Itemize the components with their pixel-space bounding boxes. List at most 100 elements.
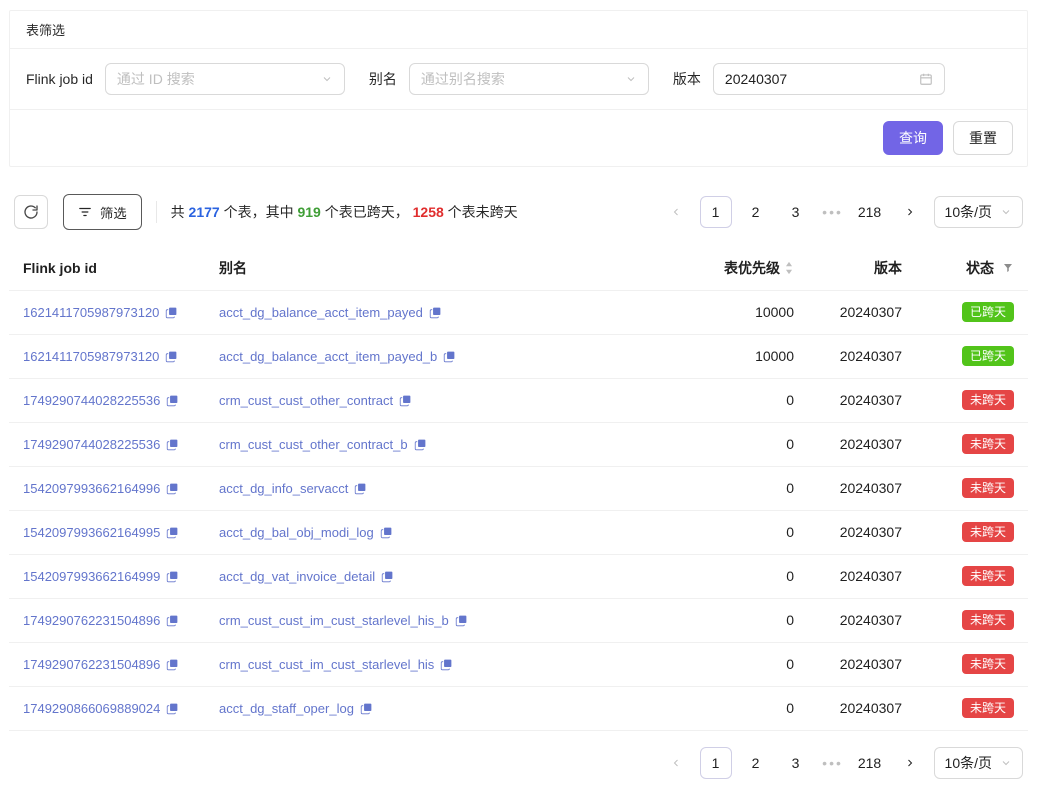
priority-value: 0 (658, 598, 808, 642)
page-size-value: 10条/页 (945, 753, 992, 773)
prev-page-button[interactable] (660, 747, 692, 779)
copy-icon[interactable] (414, 438, 427, 451)
version-value: 20240307 (725, 71, 787, 87)
copy-icon[interactable] (166, 526, 179, 539)
alias-link[interactable]: crm_cust_cust_im_cust_starlevel_his_b (219, 613, 449, 628)
copy-icon[interactable] (166, 702, 179, 715)
copy-icon[interactable] (381, 570, 394, 583)
copy-icon[interactable] (166, 438, 179, 451)
toolbar: 筛选 共 2177 个表，其中 919 个表已跨天， 1258 个表未跨天 1 … (14, 194, 1023, 230)
status-badge: 未跨天 (962, 434, 1014, 454)
query-button[interactable]: 查询 (883, 121, 943, 155)
priority-value: 0 (658, 378, 808, 422)
alias-link[interactable]: crm_cust_cust_im_cust_starlevel_his (219, 657, 434, 672)
page-ellipsis[interactable]: ••• (820, 755, 846, 771)
copy-icon[interactable] (440, 658, 453, 671)
alias-link[interactable]: acct_dg_bal_obj_modi_log (219, 525, 374, 540)
table-row: 1621411705987973120 acct_dg_balance_acct… (9, 290, 1028, 334)
summary-total-count: 2177 (189, 204, 220, 220)
funnel-filter-icon[interactable] (1002, 262, 1014, 274)
page-item-1[interactable]: 1 (700, 196, 732, 228)
alias-link[interactable]: acct_dg_balance_acct_item_payed (219, 305, 423, 320)
page-item-last[interactable]: 218 (854, 747, 886, 779)
priority-value: 0 (658, 422, 808, 466)
column-header-priority[interactable]: 表优先级 (658, 246, 808, 290)
copy-icon[interactable] (354, 482, 367, 495)
copy-icon[interactable] (380, 526, 393, 539)
alias-link[interactable]: acct_dg_vat_invoice_detail (219, 569, 375, 584)
chevron-down-icon (1000, 206, 1012, 218)
refresh-button[interactable] (14, 195, 48, 229)
copy-icon[interactable] (399, 394, 412, 407)
flink-job-id-link[interactable]: 1749290744028225536 (23, 393, 160, 408)
copy-icon[interactable] (455, 614, 468, 627)
summary-uncrossed-count: 1258 (413, 204, 444, 220)
copy-icon[interactable] (166, 482, 179, 495)
copy-icon[interactable] (165, 350, 178, 363)
copy-icon[interactable] (165, 306, 178, 319)
pagination-top: 1 2 3 ••• 218 10条/页 (660, 196, 1023, 228)
sort-icon[interactable] (784, 261, 794, 275)
filter-card-title: 表筛选 (10, 11, 1027, 49)
copy-icon[interactable] (166, 570, 179, 583)
priority-value: 10000 (658, 290, 808, 334)
next-page-button[interactable] (894, 747, 926, 779)
next-page-button[interactable] (894, 196, 926, 228)
alias-label: 别名 (369, 69, 397, 89)
alias-link[interactable]: crm_cust_cust_other_contract (219, 393, 393, 408)
status-badge: 未跨天 (962, 698, 1014, 718)
alias-link[interactable]: crm_cust_cust_other_contract_b (219, 437, 408, 452)
page-item-3[interactable]: 3 (780, 196, 812, 228)
flink-job-id-link[interactable]: 1749290762231504896 (23, 657, 160, 672)
page-item-2[interactable]: 2 (740, 747, 772, 779)
page-size-select[interactable]: 10条/页 (934, 747, 1023, 779)
prev-page-button[interactable] (660, 196, 692, 228)
page-item-2[interactable]: 2 (740, 196, 772, 228)
column-header-alias: 别名 (205, 246, 658, 290)
version-value: 20240307 (808, 598, 916, 642)
copy-icon[interactable] (360, 702, 373, 715)
alias-link[interactable]: acct_dg_balance_acct_item_payed_b (219, 349, 437, 364)
flink-job-id-link[interactable]: 1542097993662164995 (23, 525, 160, 540)
alias-link[interactable]: acct_dg_info_servacct (219, 481, 348, 496)
column-header-flink-job-id: Flink job id (9, 246, 205, 290)
flink-job-id-link[interactable]: 1749290744028225536 (23, 437, 160, 452)
table-row: 1542097993662164996 acct_dg_info_servacc… (9, 466, 1028, 510)
priority-value: 0 (658, 466, 808, 510)
flink-job-id-label: Flink job id (26, 71, 93, 87)
copy-icon[interactable] (443, 350, 456, 363)
refresh-icon (23, 204, 39, 220)
copy-icon[interactable] (166, 658, 179, 671)
copy-icon[interactable] (166, 614, 179, 627)
vertical-divider (156, 201, 157, 223)
page-item-3[interactable]: 3 (780, 747, 812, 779)
page-item-last[interactable]: 218 (854, 196, 886, 228)
flink-job-id-link[interactable]: 1621411705987973120 (23, 349, 159, 364)
filter-toggle-label: 筛选 (100, 203, 127, 222)
page-ellipsis[interactable]: ••• (820, 204, 846, 220)
flink-job-id-placeholder: 通过 ID 搜索 (117, 69, 195, 89)
status-badge: 已跨天 (962, 302, 1014, 322)
alias-link[interactable]: acct_dg_staff_oper_log (219, 701, 354, 716)
reset-button[interactable]: 重置 (953, 121, 1013, 155)
flink-job-id-link[interactable]: 1542097993662164996 (23, 481, 160, 496)
copy-icon[interactable] (166, 394, 179, 407)
page: 表筛选 Flink job id 通过 ID 搜索 别名 通过别名搜索 版本 2… (0, 0, 1037, 799)
table-row: 1621411705987973120 acct_dg_balance_acct… (9, 334, 1028, 378)
page-item-1[interactable]: 1 (700, 747, 732, 779)
flink-job-id-link[interactable]: 1749290866069889024 (23, 701, 160, 716)
priority-value: 10000 (658, 334, 808, 378)
flink-job-id-link[interactable]: 1621411705987973120 (23, 305, 159, 320)
filter-toggle-button[interactable]: 筛选 (63, 194, 142, 230)
summary-segment: 个表已跨天， (321, 204, 413, 220)
flink-job-id-link[interactable]: 1542097993662164999 (23, 569, 160, 584)
flink-job-id-select[interactable]: 通过 ID 搜索 (105, 63, 345, 95)
version-date-input[interactable]: 20240307 (713, 63, 945, 95)
alias-select[interactable]: 通过别名搜索 (409, 63, 649, 95)
status-badge: 未跨天 (962, 522, 1014, 542)
filter-lines-icon (78, 205, 92, 219)
copy-icon[interactable] (429, 306, 442, 319)
flink-job-id-link[interactable]: 1749290762231504896 (23, 613, 160, 628)
alias-placeholder: 通过别名搜索 (421, 69, 505, 89)
page-size-select[interactable]: 10条/页 (934, 196, 1023, 228)
